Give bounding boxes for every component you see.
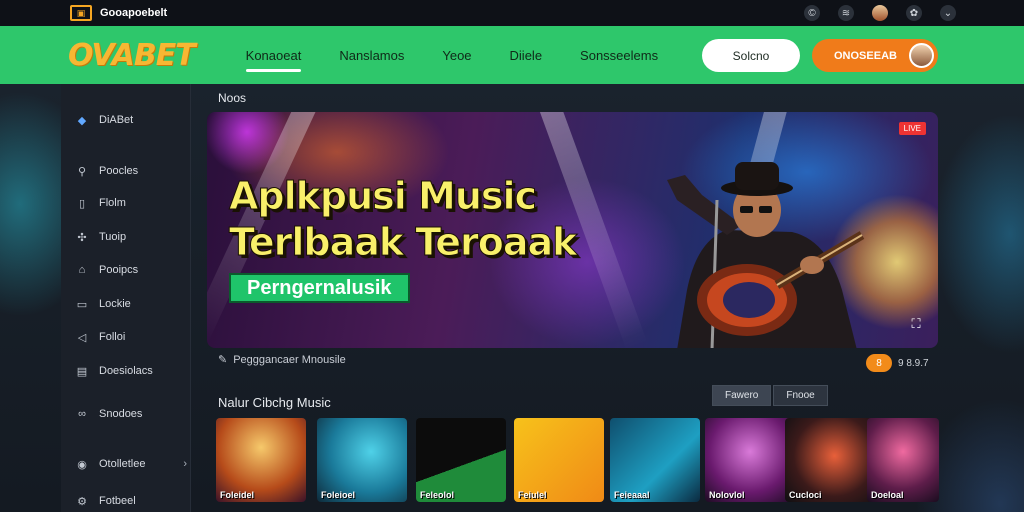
app-brand-text: Gooapoebelt	[100, 7, 168, 19]
sidebar-item-label: Doesiolacs	[99, 365, 153, 377]
sidebar-item-brand[interactable]: ◆ DiABet	[75, 113, 187, 127]
sidebar-item-label: Tuoip	[99, 231, 127, 243]
sidebar-item-label: Flolm	[99, 197, 126, 209]
profile-avatar[interactable]	[909, 43, 934, 68]
music-card[interactable]: Feleolol	[416, 418, 506, 502]
sidebar-item-1[interactable]: ⚲ Poocles	[75, 164, 187, 178]
sidebar-item-label: Folloi	[99, 331, 126, 343]
filter-button-0[interactable]: Fawero	[712, 385, 772, 406]
music-card[interactable]: Cucloci	[785, 418, 875, 502]
sidebar-item-8[interactable]: ∞ Snodoes	[75, 407, 187, 421]
hero-banner[interactable]: Aplkpusi Music Terlbaak Teroaak Perngern…	[207, 112, 938, 348]
nav-item-2[interactable]: Nanslamos	[320, 26, 423, 84]
sidebar-item-label: DiABet	[99, 114, 134, 126]
card-title: Feleolol	[420, 490, 455, 500]
wifi-icon[interactable]: ≋	[838, 5, 854, 21]
tag-icon: ◁	[77, 331, 87, 344]
card-title: Foleidel	[220, 490, 255, 500]
nav-item-3[interactable]: Yeoe	[423, 26, 490, 84]
pin-icon: ⚲	[77, 165, 87, 178]
section-title-music: Nalur Cibchg Music	[218, 395, 331, 410]
music-card[interactable]: Feieaaal	[610, 418, 700, 502]
music-card[interactable]: Foleidel	[216, 418, 306, 502]
sidebar-item-7[interactable]: ▤ Doesiolacs	[75, 364, 187, 378]
document-icon: ▤	[76, 365, 88, 378]
sidebar-item-label: Poocles	[99, 165, 139, 177]
stack-icon: ◉	[77, 458, 87, 471]
expand-icon[interactable]: ⛶	[908, 316, 924, 332]
card-title: Cucloci	[789, 490, 822, 500]
user-avatar[interactable]	[872, 5, 888, 21]
sidebar-item-label: Lockie	[99, 298, 131, 310]
chevron-right-icon: ›	[183, 458, 187, 470]
hero-caption-text: Pegggancaer Mnousile	[233, 353, 346, 366]
card-title: Feiulel	[518, 490, 547, 500]
rating-pill[interactable]: 8 9 8.9.7	[866, 354, 929, 372]
brand-logo-icon: ▣	[70, 5, 92, 21]
main-nav: Konaoeat Nanslamos Yeoe Diiele Sonsseele…	[227, 26, 677, 84]
filter-button-1[interactable]: Fnooe	[773, 385, 828, 406]
settings-icon[interactable]: ©	[804, 5, 820, 21]
sidebar-item-2[interactable]: ▯ Flolm	[75, 196, 187, 210]
sidebar-item-3[interactable]: ✣ Tuoip	[75, 230, 187, 244]
filter-group: Fawero Fnooe	[712, 385, 828, 406]
sidebar-item-label: Fotbeel	[99, 495, 136, 507]
sidebar-item-10[interactable]: ⚙ Fotbeel	[75, 494, 187, 508]
chevron-down-icon[interactable]: ⌄	[940, 5, 956, 21]
card-title: Foleioel	[321, 490, 356, 500]
main-header: OVABET Konaoeat Nanslamos Yeoe Diiele So…	[0, 26, 1024, 84]
signup-button[interactable]: ONOSEEAB	[812, 39, 938, 72]
sidebar-item-label: Snodoes	[99, 408, 143, 420]
nav-item-5[interactable]: Sonsseelems	[561, 26, 677, 84]
rating-value: 8	[866, 354, 892, 372]
hero-caption: ✎ Pegggancaer Mnousile	[218, 353, 346, 367]
sidebar-item-6[interactable]: ◁ Folloi	[75, 330, 187, 344]
settings-icon: ⚙	[77, 495, 87, 508]
music-card[interactable]: Foleioel	[317, 418, 407, 502]
sidebar-item-label: Otolletlee	[99, 458, 146, 470]
nav-item-4[interactable]: Diiele	[491, 26, 562, 84]
shop-icon: ⌂	[78, 264, 86, 276]
card-title: Nolovlol	[709, 490, 745, 500]
chat-icon: ✎	[218, 354, 228, 366]
live-tag: LIVE	[898, 122, 926, 135]
hero-title-line2: Terlbaak Teroaak	[228, 220, 577, 265]
sidebar-item-4[interactable]: ⌂ Pooipcs	[75, 263, 187, 277]
music-card[interactable]: Doeloal	[867, 418, 939, 502]
site-logo[interactable]: OVABET	[68, 38, 196, 73]
hero-title-line1: Aplkpusi Music	[228, 174, 537, 219]
card-title: Feieaaal	[614, 490, 650, 500]
book-icon: ▯	[78, 197, 86, 210]
system-bar: ▣ Gooapoebelt © ≋ ✿ ⌄	[0, 0, 1024, 26]
search-button[interactable]: Solcno	[702, 39, 800, 72]
app-brand[interactable]: ▣ Gooapoebelt	[70, 5, 167, 21]
sidebar-item-5[interactable]: ▭ Lockie	[75, 297, 187, 311]
rating-text: 9 8.9.7	[898, 357, 929, 369]
card-title: Doeloal	[871, 490, 904, 500]
nav-item-home[interactable]: Konaoeat	[227, 26, 321, 84]
puzzle-icon: ✣	[77, 231, 87, 244]
guitarist-illustration	[667, 162, 865, 348]
sidebar: ◆ DiABet ⚲ Poocles ▯ Flolm ✣ Tuoip ⌂ Poo…	[61, 84, 191, 512]
signup-label: ONOSEEAB	[834, 49, 897, 62]
hero-badge[interactable]: Perngernalusik	[229, 273, 410, 303]
link-icon: ∞	[78, 408, 86, 420]
music-card-grid: Foleidel Foleioel Feleolol Feiulel Feiea…	[216, 418, 940, 512]
system-icons: © ≋ ✿ ⌄	[804, 5, 956, 21]
diamond-icon: ◆	[77, 114, 87, 127]
section-title-top: Noos	[218, 91, 247, 105]
gear-icon[interactable]: ✿	[906, 5, 922, 21]
window-icon: ▭	[76, 298, 88, 311]
music-card[interactable]: Nolovlol	[705, 418, 795, 502]
sidebar-item-label: Pooipcs	[99, 264, 139, 276]
sidebar-item-9[interactable]: ◉ Otolletlee ›	[75, 457, 187, 471]
music-card[interactable]: Feiulel	[514, 418, 604, 502]
